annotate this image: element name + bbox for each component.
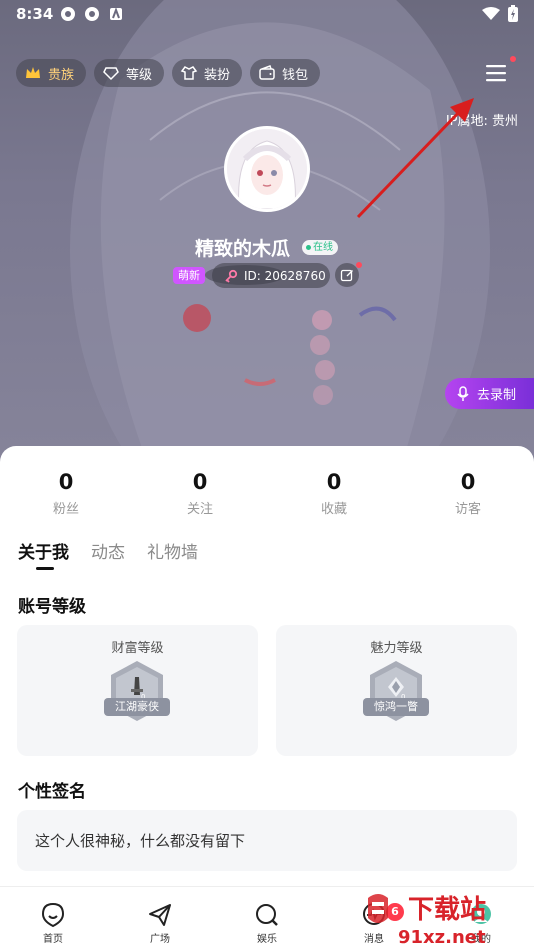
shirt-icon xyxy=(180,66,198,80)
wallet-chip[interactable]: 钱包 xyxy=(250,59,321,87)
stat-value: 0 xyxy=(460,470,476,494)
nav-label: 广场 xyxy=(150,934,170,945)
newbie-tag: 萌新 xyxy=(173,267,205,284)
menu-icon[interactable] xyxy=(484,62,508,84)
paper-plane-icon xyxy=(149,904,171,926)
status-bar: 8:34 xyxy=(0,0,534,28)
site-watermark: 下载站 91xz.net xyxy=(368,894,486,948)
user-id-pill[interactable]: ID: 20628760 xyxy=(212,263,330,288)
chip-label: 贵族 xyxy=(48,67,75,83)
avatar-image xyxy=(227,129,307,209)
user-id: ID: 20628760 xyxy=(244,268,326,283)
profile-shortcut-chips: 贵族 等级 装扮 钱包 xyxy=(16,59,321,87)
nickname: 精致的木瓜 xyxy=(195,238,291,260)
stat-label: 关注 xyxy=(186,502,213,517)
tab-about-me[interactable]: 关于我 xyxy=(18,538,69,570)
stat-label: 访客 xyxy=(454,502,481,517)
wealth-level-card[interactable]: 财富等级 0 江湖豪侠 xyxy=(17,625,258,756)
status-time: 8:34 xyxy=(16,5,54,23)
chip-label: 钱包 xyxy=(282,67,309,83)
wealth-level-title: 财富等级 xyxy=(111,641,164,656)
avatar[interactable] xyxy=(224,126,310,212)
app-notification-icon xyxy=(61,7,75,21)
record-label: 去录制 xyxy=(477,388,517,403)
signature-text: 这个人很神秘，什么都没有留下 xyxy=(17,810,517,871)
dressup-chip[interactable]: 装扮 xyxy=(172,59,243,87)
go-record-button[interactable]: 去录制 xyxy=(445,378,534,409)
diamond-icon xyxy=(103,67,119,81)
crown-icon xyxy=(26,67,40,78)
stat-value: 0 xyxy=(326,470,342,494)
stat-value: 0 xyxy=(58,470,74,494)
nav-entertainment[interactable]: 娱乐 xyxy=(242,901,292,945)
level-chip[interactable]: 等级 xyxy=(94,59,165,87)
signature-title: 个性签名 xyxy=(18,782,86,802)
wealth-badge-label: 江湖豪侠 xyxy=(104,698,170,716)
profile-tabs: 关于我 动态 礼物墙 xyxy=(18,538,198,570)
nav-label: 首页 xyxy=(43,934,63,945)
stat-favorites[interactable]: 0 收藏 xyxy=(294,470,374,517)
wifi-icon xyxy=(482,6,500,20)
app-notification-icon xyxy=(110,7,122,20)
key-icon xyxy=(225,269,238,283)
online-status-badge: 在线 xyxy=(302,240,338,255)
nav-label: 娱乐 xyxy=(257,934,277,945)
account-level-title: 账号等级 xyxy=(18,597,86,617)
edit-profile-button[interactable] xyxy=(335,263,359,287)
home-icon xyxy=(41,902,65,928)
tab-gift-wall[interactable]: 礼物墙 xyxy=(147,538,198,563)
watermark-url: 91xz.net xyxy=(398,927,486,948)
stats-row: 0 粉丝 0 关注 0 收藏 0 访客 xyxy=(0,470,534,520)
noble-chip[interactable]: 贵族 xyxy=(16,59,87,87)
nav-home[interactable]: 首页 xyxy=(28,901,78,945)
charm-level-title: 魅力等级 xyxy=(370,641,423,656)
chip-label: 装扮 xyxy=(204,67,231,83)
search-bubble-icon xyxy=(256,904,278,926)
stat-following[interactable]: 0 关注 xyxy=(160,470,240,517)
menu-notification-dot xyxy=(510,56,516,62)
status-indicators xyxy=(482,5,518,22)
edit-notification-dot xyxy=(356,262,362,268)
annotation-arrow-icon xyxy=(356,98,474,219)
chip-label: 等级 xyxy=(126,67,153,83)
profile-content-card: 0 粉丝 0 关注 0 收藏 0 访客 关于我 动态 礼物墙 账号等级 财富等级… xyxy=(0,446,534,950)
nav-square[interactable]: 广场 xyxy=(135,901,185,945)
stat-label: 收藏 xyxy=(320,502,347,517)
stat-value: 0 xyxy=(192,470,208,494)
tab-moments[interactable]: 动态 xyxy=(91,538,125,563)
watermark-title: 下载站 xyxy=(408,895,486,925)
stat-visitors[interactable]: 0 访客 xyxy=(428,470,508,517)
charm-badge-label: 惊鸿一瞥 xyxy=(363,698,429,716)
charm-level-card[interactable]: 魅力等级 0 惊鸿一瞥 xyxy=(276,625,517,756)
microphone-icon xyxy=(457,385,469,401)
edit-icon xyxy=(340,269,353,282)
battery-icon xyxy=(508,5,518,22)
wallet-icon xyxy=(259,65,275,80)
stat-label: 粉丝 xyxy=(52,502,79,517)
app-notification-icon xyxy=(85,7,99,21)
stat-fans[interactable]: 0 粉丝 xyxy=(26,470,106,517)
